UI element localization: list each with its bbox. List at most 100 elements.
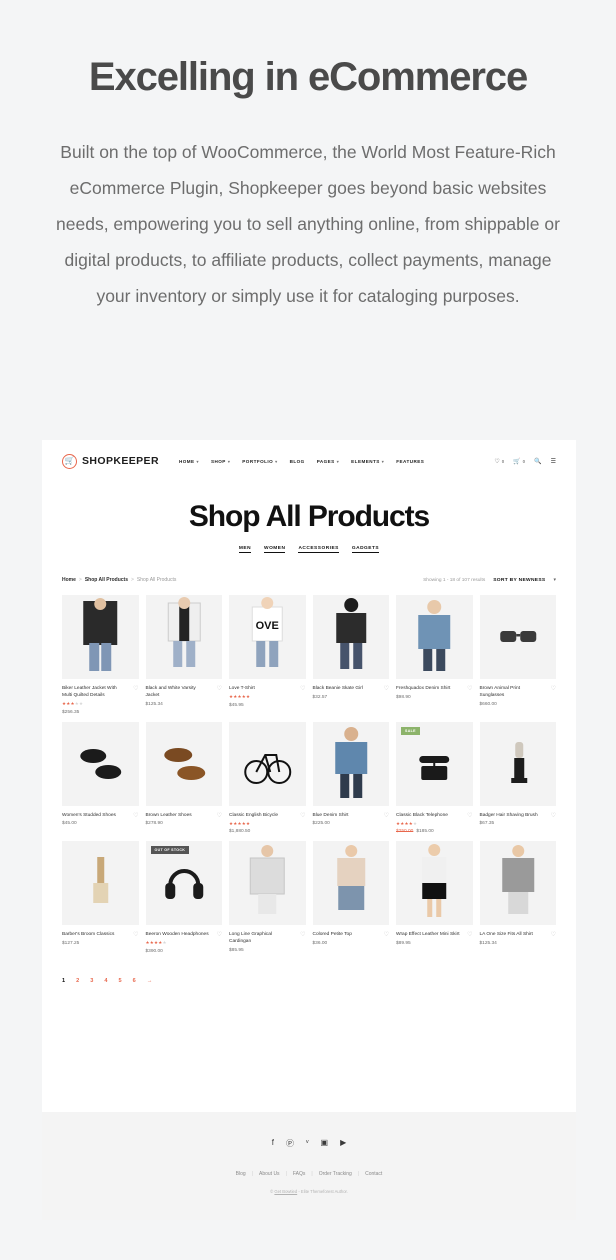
category-tab-accessories[interactable]: ACCESSORIES — [298, 546, 339, 553]
product-card[interactable]: SALE Classic Black Telephone ★★★★★ $250.00 $… — [396, 721, 473, 834]
cart-button[interactable]: 🛒 0 — [513, 458, 525, 465]
wishlist-heart-icon[interactable]: ♡ — [133, 931, 138, 938]
wishlist-heart-icon[interactable]: ♡ — [133, 812, 138, 819]
breadcrumb-home[interactable]: Home — [62, 577, 76, 583]
footer-link-about-us[interactable]: About Us — [259, 1171, 280, 1177]
product-name[interactable]: Badger Hair Shaving Brush — [480, 812, 545, 819]
sort-select[interactable]: SORT BY NEWNESS — [493, 578, 545, 583]
product-image[interactable] — [479, 841, 556, 925]
youtube-icon[interactable]: ▶ — [340, 1138, 346, 1149]
product-card[interactable]: Freshquadox Denim Shirt $98.90 ♡ — [396, 595, 473, 715]
category-tab-gadgets[interactable]: GADGETS — [351, 546, 380, 553]
product-name[interactable]: Wrap Effect Leather Mini Skirt — [396, 931, 461, 938]
product-name[interactable]: Brown Leather Shoes — [146, 812, 211, 819]
product-name[interactable]: Black Beanie Skate Girl — [313, 685, 378, 692]
product-card[interactable]: Long Line Graphical Cardingan $85.95 ♡ — [229, 841, 306, 954]
wishlist-heart-icon[interactable]: ♡ — [467, 685, 472, 692]
footer-link-contact[interactable]: Contact — [365, 1171, 382, 1177]
nav-item-home[interactable]: HOME ▾ — [179, 459, 199, 464]
search-icon[interactable]: 🔍 — [534, 458, 541, 465]
wishlist-heart-icon[interactable]: ♡ — [384, 931, 389, 938]
product-image[interactable] — [62, 595, 139, 679]
product-name[interactable]: Long Line Graphical Cardingan — [229, 931, 294, 945]
product-card[interactable]: Biker Leather Jacket With Multi Quilted … — [62, 595, 139, 715]
product-image[interactable] — [229, 721, 306, 806]
product-name[interactable]: Black and White Varsity Jacket — [146, 685, 211, 699]
category-tab-women[interactable]: WOMEN — [264, 546, 286, 553]
pagination-page-6[interactable]: 6 — [133, 978, 136, 984]
product-image[interactable] — [396, 841, 473, 925]
product-image[interactable] — [62, 721, 139, 806]
product-image[interactable] — [312, 595, 389, 679]
product-card[interactable]: Blue Denim Shirt $225.00 ♡ — [312, 721, 389, 835]
product-card[interactable]: OUT OF STOCK Beeron Wooden Headphones ★★★★… — [145, 841, 222, 954]
product-card[interactable]: LA One Size Fits All Shirt $125.34 ♡ — [479, 841, 556, 954]
footer-link-order-tracking[interactable]: Order Tracking — [319, 1171, 352, 1177]
wishlist-heart-icon[interactable]: ♡ — [300, 812, 305, 819]
wishlist-heart-icon[interactable]: ♡ — [217, 812, 222, 819]
wishlist-heart-icon[interactable]: ♡ — [467, 931, 472, 938]
footer-link-faqs[interactable]: FAQs — [293, 1171, 306, 1177]
product-image[interactable] — [479, 721, 556, 806]
product-card[interactable]: OVE Love T-Shirt ★★★★★ $45.95 ♡ — [229, 595, 306, 715]
product-image[interactable] — [312, 721, 389, 806]
nav-item-shop[interactable]: SHOP ▾ — [211, 459, 230, 464]
product-image[interactable] — [229, 841, 306, 925]
product-name[interactable]: LA One Size Fits All Shirt — [480, 931, 545, 938]
product-name[interactable]: Freshquadox Denim Shirt — [396, 685, 461, 692]
product-card[interactable]: Colored Petite Top $36.00 ♡ — [312, 841, 389, 954]
product-card[interactable]: Black and White Varsity Jacket $125.34 ♡ — [145, 595, 222, 715]
chevron-down-icon[interactable]: ▾ — [553, 577, 556, 583]
facebook-icon[interactable]: f — [272, 1138, 274, 1149]
product-name[interactable]: Love T-Shirt — [229, 685, 294, 692]
product-name[interactable]: Colored Petite Top — [313, 931, 378, 938]
wishlist-heart-icon[interactable]: ♡ — [467, 812, 472, 819]
product-name[interactable]: Classic Black Telephone — [396, 812, 461, 819]
pagination-page-5[interactable]: 5 — [119, 978, 122, 984]
product-image[interactable] — [145, 595, 222, 679]
product-name[interactable]: Brown Animal Print Sunglasses — [480, 685, 545, 699]
twitter-icon[interactable]: ᵛ — [306, 1138, 309, 1149]
product-image[interactable] — [312, 841, 389, 925]
hamburger-icon[interactable]: ☰ — [551, 458, 556, 465]
product-name[interactable]: Blue Denim Shirt — [313, 812, 378, 819]
wishlist-heart-icon[interactable]: ♡ — [551, 931, 556, 938]
nav-item-pages[interactable]: PAGES ▾ — [317, 459, 339, 464]
pagination-page-2[interactable]: 2 — [76, 978, 79, 984]
pagination-page-1[interactable]: 1 — [62, 978, 65, 984]
product-name[interactable]: Biker Leather Jacket With Multi Quilted … — [62, 685, 127, 699]
wishlist-button[interactable]: ♡ 0 — [494, 458, 504, 465]
product-name[interactable]: Barber's Broom Classics — [62, 931, 127, 938]
product-image[interactable]: SALE — [396, 721, 473, 806]
footer-link-blog[interactable]: Blog — [236, 1171, 246, 1177]
product-image[interactable] — [479, 595, 556, 679]
product-card[interactable]: Classic English Bicycle ★★★★★ $1,880.50 ♡ — [229, 721, 306, 834]
copyright-link[interactable]: Get Bowtied — [274, 1189, 297, 1194]
wishlist-heart-icon[interactable]: ♡ — [384, 685, 389, 692]
product-name[interactable]: Women's Studded Shoes — [62, 812, 127, 819]
product-card[interactable]: Wrap Effect Leather Mini Skirt $89.95 ♡ — [396, 841, 473, 954]
wishlist-heart-icon[interactable]: ♡ — [217, 931, 222, 938]
nav-item-blog[interactable]: BLOG — [290, 459, 305, 464]
product-card[interactable]: Badger Hair Shaving Brush $67.35 ♡ — [479, 721, 556, 835]
pinterest-icon[interactable]: Ⓟ — [286, 1138, 294, 1149]
wishlist-heart-icon[interactable]: ♡ — [217, 685, 222, 692]
breadcrumb-parent[interactable]: Shop All Products — [85, 577, 128, 583]
wishlist-heart-icon[interactable]: ♡ — [384, 812, 389, 819]
wishlist-heart-icon[interactable]: ♡ — [551, 812, 556, 819]
nav-item-elements[interactable]: ELEMENTS ▾ — [351, 459, 384, 464]
pagination-page-4[interactable]: 4 — [104, 978, 107, 984]
instagram-icon[interactable]: ▣ — [321, 1138, 329, 1149]
product-card[interactable]: Black Beanie Skate Girl $32.57 ♡ — [312, 595, 389, 715]
product-image[interactable] — [396, 595, 473, 679]
wishlist-heart-icon[interactable]: ♡ — [133, 685, 138, 692]
nav-item-portfolio[interactable]: PORTFOLIO ▾ — [242, 459, 277, 464]
product-image[interactable] — [145, 721, 222, 806]
product-name[interactable]: Beeron Wooden Headphones — [146, 931, 211, 938]
pagination-next-arrow-icon[interactable]: → — [147, 978, 153, 984]
product-name[interactable]: Classic English Bicycle — [229, 812, 294, 819]
wishlist-heart-icon[interactable]: ♡ — [300, 685, 305, 692]
pagination-page-3[interactable]: 3 — [90, 978, 93, 984]
nav-item-features[interactable]: FEATURES — [396, 459, 424, 464]
category-tab-men[interactable]: MEN — [238, 546, 252, 553]
